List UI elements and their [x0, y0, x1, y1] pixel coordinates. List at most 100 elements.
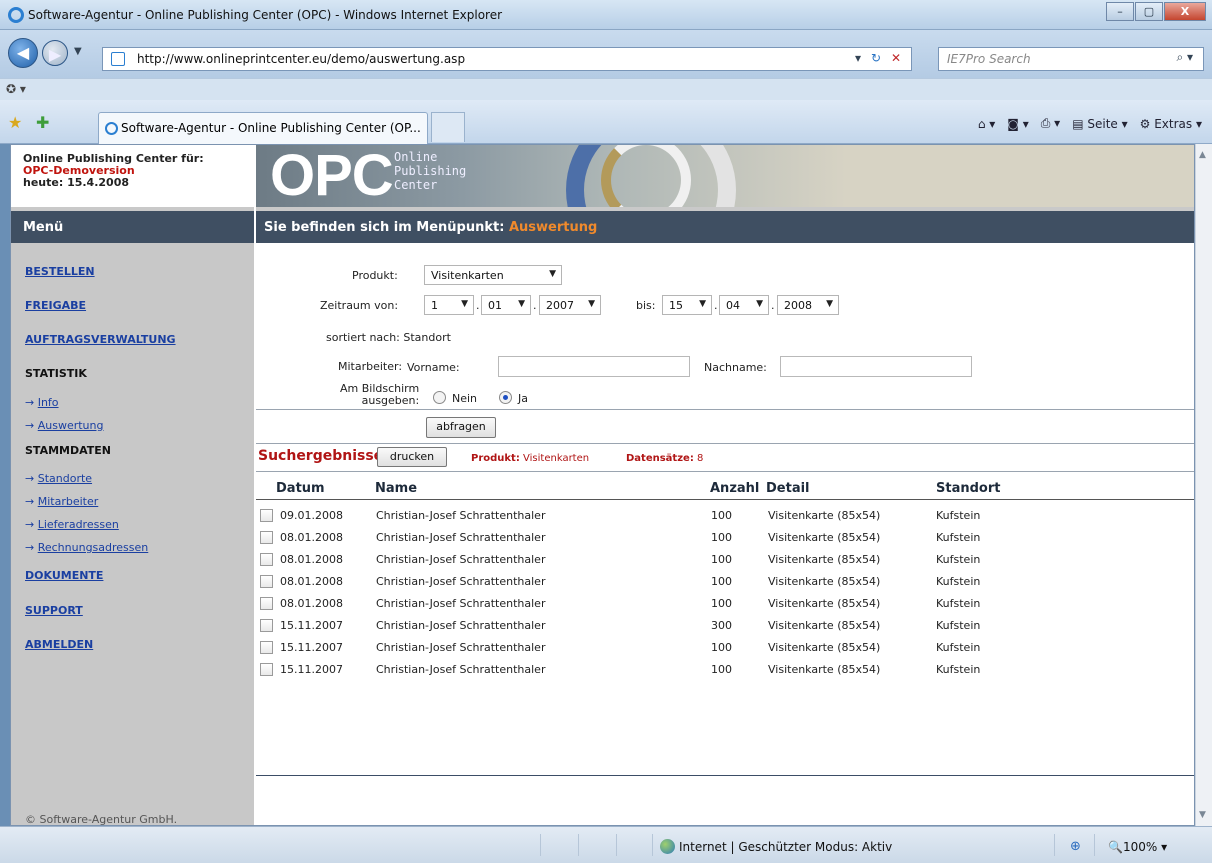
row-anzahl: 100 — [711, 575, 732, 588]
results-title: Suchergebnisse — [258, 448, 384, 464]
minimize-button[interactable]: – — [1106, 2, 1134, 21]
extras-menu[interactable]: ⚙ Extras ▾ — [1140, 117, 1202, 131]
abfragen-button[interactable]: abfragen — [426, 417, 496, 438]
tab-current[interactable]: Software-Agentur - Online Publishing Cen… — [98, 112, 428, 144]
add-favorite-icon[interactable]: ✚ — [36, 113, 49, 132]
table-row: 09.01.2008 Christian-Josef Schrattenthal… — [256, 505, 1194, 527]
table-row: 15.11.2007 Christian-Josef Schrattenthal… — [256, 659, 1194, 681]
print-icon[interactable]: ⎙ ▾ — [1041, 116, 1060, 131]
row-checkbox[interactable] — [260, 575, 273, 588]
opc-sub-3: Center — [394, 178, 438, 192]
scroll-up-icon[interactable]: ▲ — [1199, 150, 1206, 160]
internet-zone-icon — [660, 839, 675, 854]
row-checkbox[interactable] — [260, 509, 273, 522]
sidebar-item-info[interactable]: → Info — [25, 396, 59, 409]
to-year-value: 2008 — [784, 299, 812, 312]
chevron-down-icon: ▼ — [461, 299, 468, 309]
maximize-button[interactable]: ▢ — [1135, 2, 1163, 21]
to-day-select[interactable]: 15 ▼ — [662, 295, 712, 315]
page-menu[interactable]: ▤ Seite ▾ — [1072, 117, 1127, 131]
nein-radio[interactable] — [433, 391, 446, 404]
col-name: Name — [375, 481, 418, 496]
results-produkt-label: Produkt: — [471, 453, 520, 464]
window-controls: – ▢ X — [1105, 2, 1206, 21]
sidebar-item-auswertung-label: Auswertung — [37, 419, 104, 432]
query-form: Produkt: Visitenkarten ▼ Zeitraum von: 1 ▼… — [256, 243, 1194, 409]
to-month-value: 04 — [726, 299, 740, 312]
produkt-select[interactable]: Visitenkarten ▼ — [424, 265, 562, 285]
results-header-divider — [256, 471, 1194, 472]
to-month-select[interactable]: 04 ▼ — [719, 295, 769, 315]
search-icon[interactable]: ⌕ ▾ — [1176, 50, 1193, 65]
scroll-down-icon[interactable]: ▼ — [1199, 810, 1206, 820]
sidebar-item-support[interactable]: SUPPORT — [25, 604, 83, 617]
bildschirm-label: Am Bildschirm ausgeben: — [340, 383, 419, 407]
refresh-icon[interactable]: ↻ — [871, 51, 881, 65]
sidebar-item-auftragsverwaltung[interactable]: AUFTRAGSVERWALTUNG — [25, 333, 176, 346]
favorites-center-icon[interactable]: ✪ ▾ — [6, 82, 26, 96]
row-checkbox[interactable] — [260, 641, 273, 654]
table-row: 08.01.2008 Christian-Josef Schrattenthal… — [256, 549, 1194, 571]
row-detail: Visitenkarte (85x54) — [768, 663, 881, 676]
sidebar-item-rechnungsadressen[interactable]: → Rechnungsadressen — [25, 541, 148, 554]
address-bar[interactable]: http://www.onlineprintcenter.eu/demo/aus… — [102, 47, 912, 71]
stop-icon[interactable]: ✕ — [891, 51, 901, 65]
from-year-select[interactable]: 2007 ▼ — [539, 295, 601, 315]
protected-mode-icon[interactable]: ⊕ — [1070, 839, 1081, 854]
sidebar-item-auswertung[interactable]: → Auswertung — [25, 419, 103, 432]
close-button[interactable]: X — [1164, 2, 1206, 21]
row-checkbox[interactable] — [260, 663, 273, 676]
vorname-label: Vorname: — [407, 361, 460, 374]
row-name: Christian-Josef Schrattenthaler — [376, 597, 546, 610]
zoom-value: 100% — [1122, 840, 1158, 854]
nachname-input[interactable] — [780, 356, 972, 377]
new-tab-button[interactable] — [431, 112, 465, 142]
back-button[interactable]: ◀ — [8, 38, 38, 68]
zoom-level[interactable]: 🔍100% ▾ — [1108, 840, 1167, 854]
sidebar-item-lieferadressen-label: Lieferadressen — [37, 518, 119, 531]
vertical-scrollbar[interactable]: ▲ ▼ — [1195, 144, 1212, 826]
row-checkbox[interactable] — [260, 597, 273, 610]
from-month-select[interactable]: 01 ▼ — [481, 295, 531, 315]
recent-pages-dropdown-icon[interactable]: ▼ — [74, 46, 82, 57]
sidebar-item-abmelden[interactable]: ABMELDEN — [25, 638, 93, 651]
row-standort: Kufstein — [936, 531, 981, 544]
status-divider — [1094, 834, 1095, 856]
sidebar-item-dokumente[interactable]: DOKUMENTE — [25, 569, 103, 582]
row-name: Christian-Josef Schrattenthaler — [376, 531, 546, 544]
to-year-select[interactable]: 2008 ▼ — [777, 295, 839, 315]
row-checkbox[interactable] — [260, 553, 273, 566]
address-dropdown-icon[interactable]: ▾ — [855, 51, 861, 65]
date-dot: . — [771, 299, 775, 312]
sidebar-item-lieferadressen[interactable]: → Lieferadressen — [25, 518, 119, 531]
sidebar-item-rechnungsadressen-label: Rechnungsadressen — [37, 541, 149, 554]
ja-radio[interactable] — [499, 391, 512, 404]
row-checkbox[interactable] — [260, 531, 273, 544]
info-line-3: heute: 15.4.2008 — [23, 176, 130, 189]
row-name: Christian-Josef Schrattenthaler — [376, 509, 546, 522]
page-menu-label: Seite — [1087, 116, 1118, 131]
row-checkbox[interactable] — [260, 619, 273, 632]
favorites-star-icon[interactable]: ★ — [8, 113, 22, 132]
sidebar-item-mitarbeiter[interactable]: → Mitarbeiter — [25, 495, 98, 508]
from-day-select[interactable]: 1 ▼ — [424, 295, 474, 315]
mitarbeiter-label: Mitarbeiter: — [338, 360, 403, 373]
forward-button[interactable]: ▶ — [42, 40, 68, 66]
sidebar-section-stammdaten: STAMMDATEN — [25, 444, 111, 457]
search-input[interactable]: IE7Pro Search ⌕ ▾ — [938, 47, 1204, 71]
feeds-icon[interactable]: ◙ ▾ — [1007, 117, 1028, 131]
drucken-button[interactable]: drucken — [377, 447, 447, 467]
results-header: Suchergebnisse drucken Produkt: Visitenk… — [256, 445, 1194, 471]
opc-sub-1: Online — [394, 150, 438, 164]
row-anzahl: 100 — [711, 663, 732, 676]
status-divider — [578, 834, 579, 856]
vorname-input[interactable] — [498, 356, 690, 377]
opc-sub-2: Publishing — [394, 164, 467, 178]
row-anzahl: 100 — [711, 553, 732, 566]
from-year-value: 2007 — [546, 299, 574, 312]
tab-row: ★ ✚ Software-Agentur - Online Publishing… — [0, 100, 1212, 144]
sidebar-item-bestellen[interactable]: BESTELLEN — [25, 265, 95, 278]
sidebar-item-standorte[interactable]: → Standorte — [25, 472, 92, 485]
home-icon[interactable]: ⌂ ▾ — [978, 117, 995, 131]
sidebar-item-freigabe[interactable]: FREIGABE — [25, 299, 86, 312]
